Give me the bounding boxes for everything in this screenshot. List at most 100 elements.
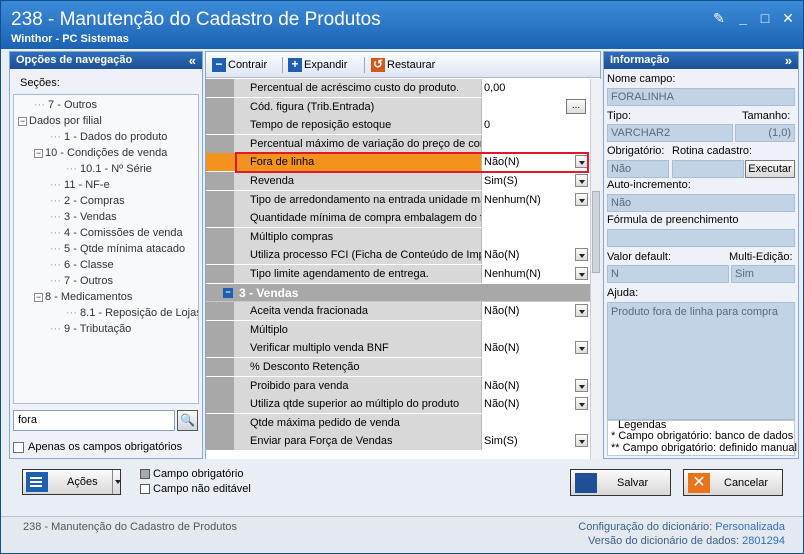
grid-row[interactable]: Quantidade mínima de compra embalagem do… xyxy=(206,209,590,228)
collapse-category-icon[interactable]: − xyxy=(223,287,233,298)
dropdown-arrow-icon[interactable] xyxy=(575,397,588,411)
dropdown-arrow-icon[interactable] xyxy=(575,192,588,206)
restore-button[interactable]: ↺ Restaurar xyxy=(371,57,435,73)
search-button[interactable]: 🔍 xyxy=(177,410,198,431)
execute-button[interactable]: Executar xyxy=(745,160,795,178)
section-search-input[interactable]: fora xyxy=(13,410,175,431)
default-value-label: Valor default: xyxy=(607,251,672,263)
tree-item-label: 6 - Classe xyxy=(64,259,114,271)
save-button[interactable]: Salvar xyxy=(570,469,671,496)
grid-row[interactable]: % Desconto Retenção xyxy=(206,358,590,376)
tree-item[interactable]: −8 - Medicamentos xyxy=(34,289,132,305)
grid-row-value[interactable]: Nenhum(N) xyxy=(482,190,590,209)
grid-row-value[interactable]: Nenhum(N) xyxy=(482,265,590,283)
scrollbar-thumb[interactable] xyxy=(592,191,600,273)
grid-row-value[interactable] xyxy=(482,320,590,339)
cancel-button[interactable]: ✕ Cancelar xyxy=(683,469,783,496)
grid-row[interactable]: Percentual máximo de variação do preço d… xyxy=(206,134,590,153)
dropdown-arrow-icon[interactable] xyxy=(575,174,588,187)
grid-row-value[interactable] xyxy=(482,358,590,376)
only-required-checkbox-row[interactable]: Apenas os campos obrigatórios xyxy=(13,441,182,453)
tree-item[interactable]: ··· 9 - Tributação xyxy=(50,321,131,337)
grid-row-value[interactable] xyxy=(482,413,590,432)
grid-row-value[interactable]: Não(N) xyxy=(482,395,590,414)
grid-row[interactable]: Qtde máxima pedido de venda xyxy=(206,413,590,432)
grid-row-value[interactable]: ... xyxy=(482,97,590,116)
maximize-button[interactable]: □ xyxy=(757,10,773,26)
grid-row[interactable]: Aceita venda fracionada Não(N) xyxy=(206,302,590,321)
dropdown-arrow-icon[interactable] xyxy=(575,341,588,355)
tree-item[interactable]: ··· 11 - NF-e xyxy=(50,177,110,193)
tree-item[interactable]: −10 - Condições de venda xyxy=(34,145,167,161)
dropdown-arrow-icon[interactable] xyxy=(575,378,588,392)
tree-item[interactable]: ··· 1 - Dados do produto xyxy=(50,129,167,145)
grid-row-value-text: Não(N) xyxy=(484,305,520,318)
grid-row[interactable]: Múltiplo xyxy=(206,320,590,339)
dropdown-arrow-icon[interactable] xyxy=(575,267,588,280)
expand-button[interactable]: + Expandir xyxy=(288,57,347,73)
actions-button[interactable]: Ações xyxy=(22,469,121,495)
tree-item[interactable]: ··· 5 - Qtde mínima atacado xyxy=(50,241,185,257)
grid-row[interactable]: Tipo de arredondamento na entrada unidad… xyxy=(206,190,590,209)
dropdown-arrow-icon[interactable] xyxy=(575,248,588,262)
expand-panel-icon[interactable]: » xyxy=(785,52,792,69)
grid-row[interactable]: Proibido para venda Não(N) xyxy=(206,376,590,395)
ellipsis-button[interactable]: ... xyxy=(566,98,586,114)
grid-row[interactable]: Percentual de acréscimo custo do produto… xyxy=(206,79,590,97)
grid-row[interactable]: Enviar para Força de Vendas Sim(S) xyxy=(206,432,590,451)
grid-row-value[interactable]: Não(N) xyxy=(482,376,590,395)
dropdown-arrow-icon[interactable] xyxy=(575,155,588,169)
tree-toggle-icon[interactable]: − xyxy=(34,292,43,302)
tree-item[interactable]: ··· 8.1 - Reposição de Lojas xyxy=(66,305,198,321)
collapse-panel-icon[interactable]: « xyxy=(189,52,196,69)
grid-row[interactable]: Tempo de reposição estoque 0 xyxy=(206,116,590,135)
tree-toggle-icon[interactable]: − xyxy=(34,148,43,158)
grid-row[interactable]: Utiliza qtde superior ao múltiplo do pro… xyxy=(206,395,590,414)
grid-row-value[interactable]: Não(N) xyxy=(482,339,590,358)
category-row-vendas[interactable]: −3 - Vendas xyxy=(206,283,590,302)
grid-row[interactable]: Fora de linha Não(N) xyxy=(206,153,590,172)
chevron-down-icon[interactable] xyxy=(115,480,121,484)
grid-row-value-text: Nenhum(N) xyxy=(484,193,541,206)
tree-item-label: 7 - Outros xyxy=(64,275,113,287)
close-button[interactable]: ✕ xyxy=(780,10,796,26)
grid-row-value[interactable]: 0,00 xyxy=(482,79,590,97)
grid-row-value-text: Sim(S) xyxy=(484,435,518,448)
grid-row-value[interactable] xyxy=(482,134,590,153)
tree-item[interactable]: ··· 7 - Outros xyxy=(50,273,113,289)
tree-item[interactable]: ··· 4 - Comissões de venda xyxy=(50,225,183,241)
grid-row-value[interactable] xyxy=(482,227,590,246)
grid-row[interactable]: Cód. figura (Trib.Entrada)... xyxy=(206,97,590,116)
tree-item[interactable]: ··· 6 - Classe xyxy=(50,257,114,273)
grid-row[interactable]: Tipo limite agendamento de entrega. Nenhu… xyxy=(206,265,590,283)
tree-item[interactable]: ··· 10.1 - Nº Série xyxy=(66,161,152,177)
grid-row-value[interactable]: 0 xyxy=(482,116,590,135)
grid-row[interactable]: Revenda Sim(S) xyxy=(206,172,590,190)
tree-item[interactable]: ··· 7 - Outros xyxy=(34,97,97,113)
grid-row[interactable]: Verificar multiplo venda BNF Não(N) xyxy=(206,339,590,358)
legend-required-manual: ** Campo obrigatório: definido manual xyxy=(611,442,797,454)
collapse-button[interactable]: − Contrair xyxy=(212,57,267,73)
grid-row-value[interactable]: Sim(S) xyxy=(482,432,590,451)
tree-item[interactable]: ··· 2 - Compras xyxy=(50,193,125,209)
grid-row[interactable]: Múltiplo compras xyxy=(206,227,590,246)
edit-window-icon[interactable]: ✎ xyxy=(711,10,727,26)
tree-item[interactable]: − Dados por filial xyxy=(18,113,102,129)
grid-row[interactable]: Utiliza processo FCI (Ficha de Conteúdo … xyxy=(206,246,590,265)
tree-toggle-icon[interactable]: − xyxy=(18,116,27,126)
tree-item[interactable]: ··· 3 - Vendas xyxy=(50,209,117,225)
grid-row-value[interactable]: Não(N) xyxy=(482,246,590,265)
grid-row-value[interactable]: Não(N) xyxy=(482,302,590,321)
sections-tree[interactable]: ··· 7 - Outros − Dados por filial ··· 1 - D… xyxy=(13,94,199,404)
only-required-checkbox[interactable] xyxy=(13,441,24,453)
row-gutter xyxy=(206,413,234,432)
toolbar-separator xyxy=(364,57,365,73)
dropdown-arrow-icon[interactable] xyxy=(575,304,588,318)
grid-row-value[interactable] xyxy=(482,209,590,228)
minimize-button[interactable]: _ xyxy=(735,10,751,26)
grid-vertical-scrollbar[interactable] xyxy=(590,79,601,459)
grid-row-value[interactable]: Sim(S) xyxy=(482,172,590,190)
save-label: Salvar xyxy=(617,477,649,489)
grid-row-value[interactable]: Não(N) xyxy=(482,153,590,172)
dropdown-arrow-icon[interactable] xyxy=(575,434,588,448)
